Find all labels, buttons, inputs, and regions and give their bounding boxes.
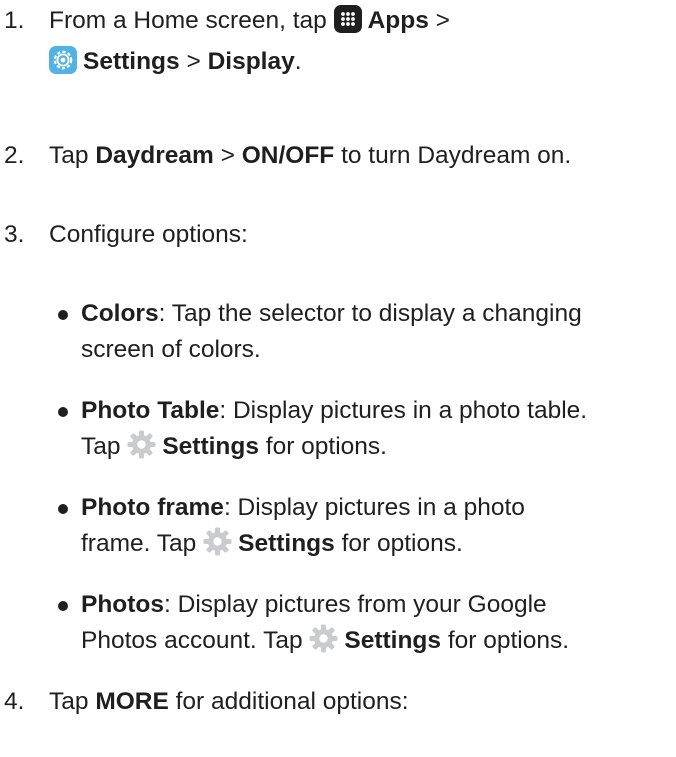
- step-text-run: Tap: [49, 688, 96, 715]
- step-number: 4.: [4, 688, 25, 715]
- step-text: Tap MORE for additional options:: [49, 684, 669, 720]
- more-label: MORE: [95, 688, 169, 715]
- tail-section: 4. Tap MORE for additional options:: [0, 0, 676, 757]
- step-text-run: for additional options:: [168, 688, 409, 715]
